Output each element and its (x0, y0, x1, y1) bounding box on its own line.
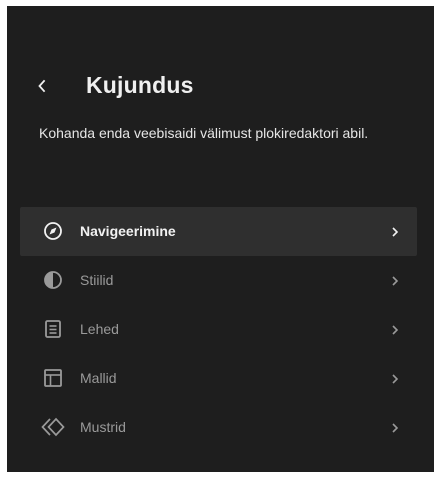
page-title: Kujundus (86, 72, 194, 98)
menu-item-label: Mustrid (80, 419, 126, 435)
chevron-left-icon (38, 79, 46, 93)
page-icon (41, 317, 65, 341)
navigation-menu: Navigeerimine Stiilid Lehed Mallid Mustr… (20, 207, 417, 452)
menu-item-mustrid[interactable]: Mustrid (20, 403, 417, 452)
patterns-diamond-icon (41, 415, 65, 439)
chevron-right-icon (389, 372, 401, 386)
menu-item-label: Stiilid (80, 272, 114, 288)
chevron-right-icon (389, 421, 401, 435)
menu-item-navigeerimine[interactable]: Navigeerimine (20, 207, 417, 256)
layout-template-icon (41, 366, 65, 390)
site-editor-sidebar: Kujundus Kohanda enda veebisaidi välimus… (7, 6, 434, 472)
menu-item-label: Mallid (80, 370, 117, 386)
chevron-right-icon (389, 274, 401, 288)
back-button[interactable] (29, 72, 55, 100)
menu-item-lehed[interactable]: Lehed (20, 305, 417, 354)
chevron-right-icon (389, 225, 401, 239)
menu-item-stiilid[interactable]: Stiilid (20, 256, 417, 305)
compass-icon (41, 219, 65, 243)
menu-item-label: Navigeerimine (80, 223, 176, 239)
menu-item-mallid[interactable]: Mallid (20, 354, 417, 403)
chevron-right-icon (389, 323, 401, 337)
half-circle-contrast-icon (41, 268, 65, 292)
menu-item-label: Lehed (80, 321, 119, 337)
sidebar-header: Kujundus (7, 68, 434, 108)
page-description: Kohanda enda veebisaidi välimust plokire… (39, 125, 369, 141)
